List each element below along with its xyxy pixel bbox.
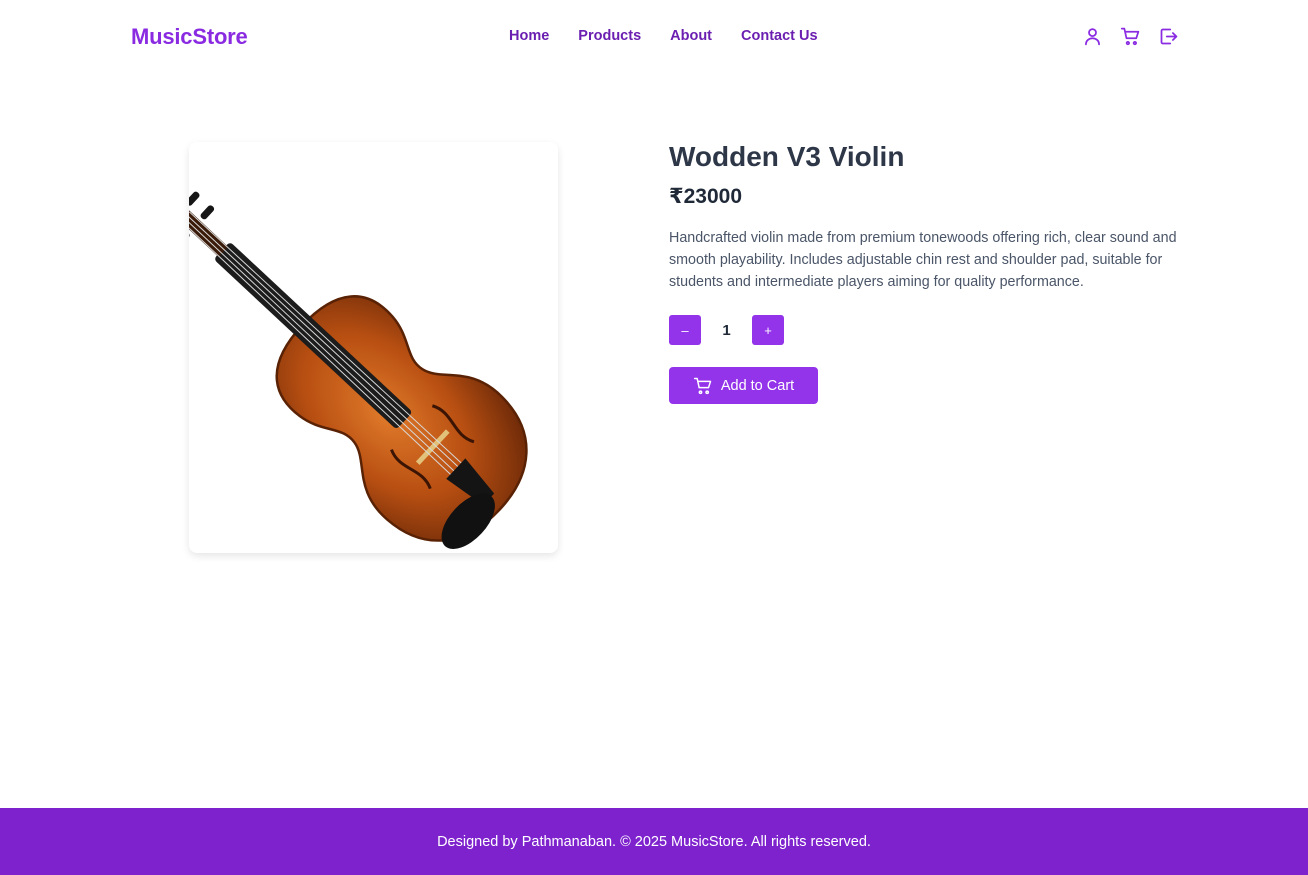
nav-home[interactable]: Home (509, 28, 549, 44)
site-header: MusicStore Home Products About Contact U… (0, 0, 1308, 72)
logout-icon[interactable] (1157, 25, 1179, 47)
violin-image (189, 191, 528, 549)
nav-contact-us[interactable]: Contact Us (741, 28, 818, 44)
cart-icon (693, 377, 712, 394)
product-image-card (189, 142, 558, 553)
add-to-cart-label: Add to Cart (720, 377, 795, 394)
user-icon[interactable] (1081, 25, 1103, 47)
add-to-cart-button[interactable]: Add to Cart (669, 367, 818, 404)
nav-products[interactable]: Products (578, 28, 641, 44)
product-price: ₹23000 (669, 185, 743, 208)
quantity-stepper: – 1 + (669, 315, 1214, 345)
quantity-value: 1 (722, 321, 731, 339)
decrement-button[interactable]: – (669, 315, 701, 345)
brand-logo[interactable]: MusicStore (131, 24, 248, 50)
header-actions (1081, 25, 1179, 47)
site-footer: Designed by Pathmanaban. © 2025 MusicSto… (0, 808, 1308, 875)
product-title: Wodden V3 Violin (669, 141, 905, 172)
product-details: Wodden V3 Violin ₹23000 Handcrafted viol… (669, 140, 1214, 404)
main-nav: Home Products About Contact Us (509, 28, 818, 44)
increment-button[interactable]: + (752, 315, 784, 345)
nav-about[interactable]: About (670, 28, 712, 44)
footer-text: Designed by Pathmanaban. © 2025 MusicSto… (437, 833, 871, 850)
product-description: Handcrafted violin made from premium ton… (669, 230, 1177, 290)
cart-icon[interactable] (1119, 25, 1141, 47)
